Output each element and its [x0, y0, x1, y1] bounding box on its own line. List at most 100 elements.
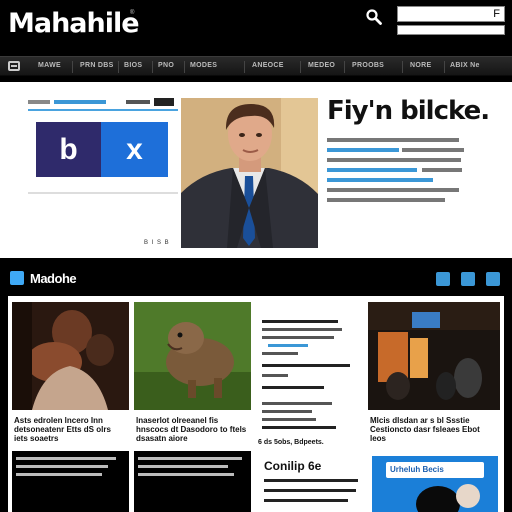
text-line: [262, 364, 350, 367]
article-card[interactable]: Mlcis dlsdan ar s bl Ssstie Cestioncto d…: [368, 302, 500, 446]
text-line: [138, 473, 234, 476]
hero-section: b x B I S B Fiy'n bilcke.: [0, 82, 512, 258]
home-icon[interactable]: [8, 61, 20, 71]
text-line: [327, 158, 461, 162]
nav-item-4[interactable]: PNO: [158, 62, 174, 69]
nav-item-10[interactable]: ABIX Ne: [450, 62, 480, 69]
card-image: [368, 302, 500, 410]
text-line: [262, 374, 288, 377]
text-line: [262, 336, 334, 339]
nav-divider: [118, 61, 119, 73]
site-header: Mahahile ® F: [0, 0, 512, 50]
article-card-small[interactable]: Conilip 6e: [256, 451, 373, 512]
card-caption[interactable]: lnaserlot olreeanel fis hnscocs dt Dasod…: [136, 416, 248, 443]
text-line: [262, 402, 332, 405]
card-caption[interactable]: Asts edrolen lncero Inn detsoneatenr Ett…: [14, 416, 126, 443]
text-line: [327, 188, 459, 192]
section-header: Madohe: [0, 266, 512, 290]
text-line: [327, 148, 399, 152]
text-line: [138, 457, 242, 460]
photo-animal: [134, 302, 251, 410]
text-line: [327, 198, 445, 202]
divider-line: [28, 192, 178, 194]
promo-banner[interactable]: b x: [36, 122, 168, 177]
text-line: [28, 100, 50, 104]
nav-item-1[interactable]: MAWE: [38, 62, 61, 69]
text-line: [268, 344, 308, 347]
nav-divider: [244, 61, 245, 73]
site-logo[interactable]: Mahahile: [8, 8, 140, 39]
divider-line: [28, 109, 178, 111]
nav-item-6[interactable]: ANEOCE: [252, 62, 284, 69]
text-line: [262, 352, 298, 355]
article-grid: Asts edrolen lncero Inn detsoneatenr Ett…: [8, 296, 504, 512]
text-line: [54, 100, 106, 104]
text-line: [262, 410, 312, 413]
share-icon[interactable]: [486, 272, 500, 286]
nav-divider: [300, 61, 301, 73]
text-line: [327, 138, 459, 142]
promo-right: x: [101, 122, 168, 177]
hero-photo[interactable]: [181, 98, 318, 248]
text-line: [138, 465, 228, 468]
photo-restaurant: [368, 302, 500, 410]
text-line: [327, 168, 417, 172]
nav-divider: [152, 61, 153, 73]
text-line: [16, 473, 102, 476]
secondary-input[interactable]: [397, 25, 505, 35]
promo-left: b: [36, 122, 101, 177]
twitter-icon[interactable]: [10, 271, 24, 285]
card-image: [12, 302, 129, 410]
article-card[interactable]: 6 ds 5obs, Bdpeets.: [256, 302, 373, 446]
text-line: [262, 386, 324, 389]
text-line: [264, 499, 348, 502]
article-card-small[interactable]: [134, 451, 251, 512]
hero-left-header: [26, 98, 178, 106]
card-caption[interactable]: 6 ds 5obs, Bdpeets.: [258, 438, 370, 447]
text-line: [16, 465, 108, 468]
nav-item-3[interactable]: BIOS: [124, 62, 142, 69]
person-illustration: [181, 98, 318, 248]
text-line: [262, 426, 336, 429]
text-line: [262, 320, 338, 323]
photo-crowd: [12, 302, 129, 410]
nav-divider: [444, 61, 445, 73]
text-line: [422, 168, 462, 172]
nav-divider: [184, 61, 185, 73]
text-line: [126, 100, 150, 104]
nav-item-9[interactable]: NORE: [410, 62, 431, 69]
nav-item-5[interactable]: MODES: [190, 62, 217, 69]
nav-divider: [72, 61, 73, 73]
text-line: [327, 178, 433, 182]
ad-figure: [416, 484, 480, 512]
nav-item-2[interactable]: PRN DBS: [80, 62, 114, 69]
text-line: [16, 457, 116, 460]
nav-item-8[interactable]: PROOBS: [352, 62, 384, 69]
ad-banner[interactable]: Urheluh Becis: [372, 456, 498, 512]
facebook-icon[interactable]: [461, 272, 475, 286]
search-input[interactable]: F: [397, 6, 505, 22]
card-image: [134, 302, 251, 410]
card-title[interactable]: Conilip 6e: [264, 459, 321, 473]
section-title[interactable]: Madohe: [30, 271, 77, 286]
twitter-icon[interactable]: [436, 272, 450, 286]
text-line: [154, 98, 174, 106]
text-line: [262, 418, 316, 421]
text-line: [264, 479, 358, 482]
hero-title[interactable]: Fiy'n bilcke.: [327, 96, 490, 126]
registered-mark: ®: [130, 10, 135, 16]
nav-divider: [402, 61, 403, 73]
nav-divider: [344, 61, 345, 73]
card-caption[interactable]: Mlcis dlsdan ar s bl Ssstie Cestioncto d…: [370, 416, 494, 443]
main-nav: MAWE PRN DBS BIOS PNO MODES ANEOCE MEDEO…: [0, 56, 512, 76]
article-card-small[interactable]: [12, 451, 129, 512]
article-card[interactable]: lnaserlot olreeanel fis hnscocs dt Dasod…: [134, 302, 251, 446]
search-icon[interactable]: [366, 9, 382, 25]
nav-item-7[interactable]: MEDEO: [308, 62, 335, 69]
text-line: [402, 148, 464, 152]
article-card[interactable]: Asts edrolen lncero Inn detsoneatenr Ett…: [12, 302, 129, 446]
text-line: [264, 489, 356, 492]
text-line: [262, 328, 342, 331]
search-value: F: [493, 8, 500, 20]
card-text-block: [256, 302, 373, 446]
